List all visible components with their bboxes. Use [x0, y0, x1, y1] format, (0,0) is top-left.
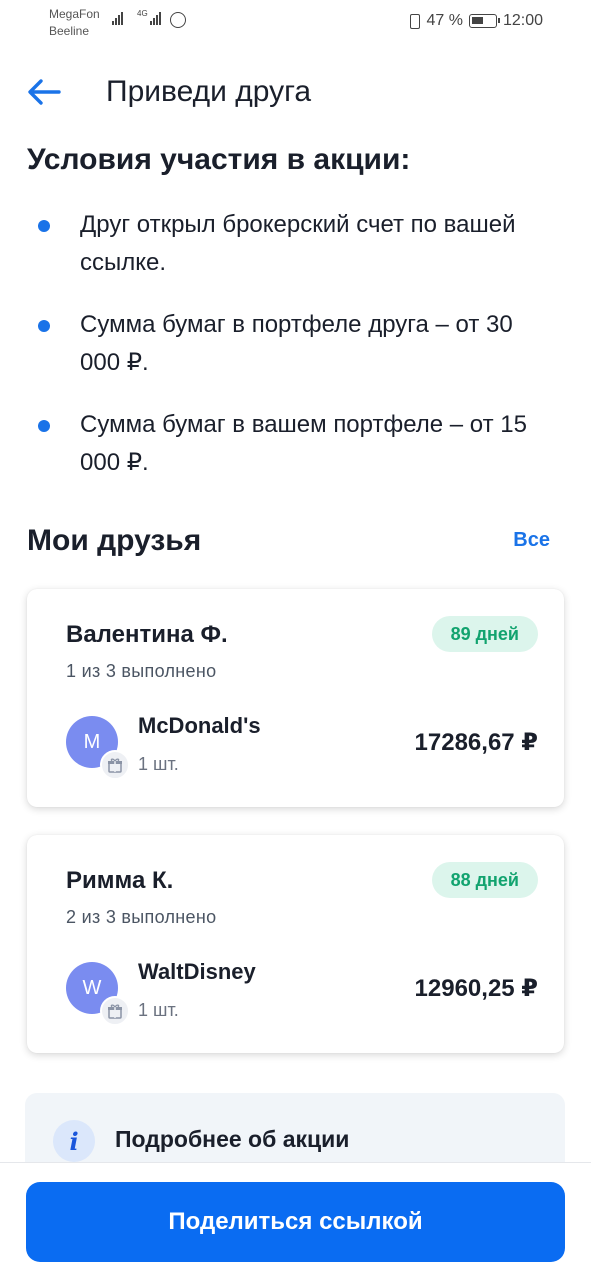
condition-text: Сумма бумаг в вашем портфеле – от 15 000…: [80, 411, 527, 476]
network-type: 4G: [137, 9, 148, 18]
status-right: 47 % 12:00: [410, 12, 543, 30]
stock-quantity: 1 шт.: [138, 1000, 179, 1020]
friend-card[interactable]: Римма К. 88 дней 2 из 3 выполнено W Walt…: [27, 835, 564, 1053]
status-bar: MegaFon Beeline 4G 47 % 12:00: [0, 0, 591, 46]
days-badge: 88 дней: [431, 862, 538, 898]
battery-icon: [468, 14, 500, 28]
share-link-button[interactable]: Поделиться ссылкой: [26, 1182, 565, 1262]
days-badge: 89 дней: [431, 616, 538, 652]
carrier-1: MegaFon: [49, 7, 100, 21]
conditions-title: Условия участия в акции:: [27, 143, 411, 176]
condition-item: Сумма бумаг в вашем портфеле – от 15 000…: [36, 406, 556, 482]
bullet-dot-icon: [38, 420, 50, 432]
condition-item: Сумма бумаг в портфеле друга – от 30 000…: [36, 306, 556, 382]
signal-icon: [112, 12, 123, 25]
gift-icon: [100, 750, 130, 780]
back-button[interactable]: [24, 72, 64, 112]
bottom-bar: Поделиться ссылкой: [0, 1162, 591, 1280]
stock-name: WaltDisney: [138, 959, 256, 984]
vibrate-icon: [410, 13, 421, 29]
condition-text: Сумма бумаг в портфеле друга – от 30 000…: [80, 311, 513, 376]
whatsapp-icon: [170, 12, 186, 28]
friend-card[interactable]: Валентина Ф. 89 дней 1 из 3 выполнено M …: [27, 589, 564, 807]
friends-title: Мои друзья: [27, 524, 202, 557]
condition-item: Друг открыл брокерский счет по вашей ссы…: [36, 206, 556, 282]
bullet-dot-icon: [38, 320, 50, 332]
stock-name: McDonald's: [138, 713, 261, 738]
battery-percent: 47 %: [426, 12, 463, 29]
stock-quantity: 1 шт.: [138, 754, 179, 774]
carrier-names: MegaFon Beeline: [49, 6, 100, 40]
bullet-dot-icon: [38, 220, 50, 232]
carrier-2: Beeline: [49, 24, 90, 38]
friend-name: Валентина Ф.: [66, 621, 228, 648]
page-title: Приведи друга: [106, 75, 312, 108]
friend-progress: 1 из 3 выполнено: [66, 661, 217, 681]
stock-amount: 12960,25 ₽: [414, 975, 538, 1002]
conditions-list: Друг открыл брокерский счет по вашей ссы…: [36, 206, 556, 506]
friend-progress: 2 из 3 выполнено: [66, 907, 217, 927]
signal-icon-2: [150, 12, 161, 25]
info-icon: i: [53, 1120, 95, 1162]
arrow-left-icon: [28, 79, 61, 105]
condition-text: Друг открыл брокерский счет по вашей ссы…: [80, 211, 516, 276]
clock: 12:00: [502, 12, 543, 29]
info-title: Подробнее об акции: [115, 1126, 350, 1152]
gift-icon: [100, 996, 130, 1026]
stock-amount: 17286,67 ₽: [414, 729, 538, 756]
see-all-link[interactable]: Все: [513, 526, 550, 554]
friend-name: Римма К.: [66, 867, 174, 894]
